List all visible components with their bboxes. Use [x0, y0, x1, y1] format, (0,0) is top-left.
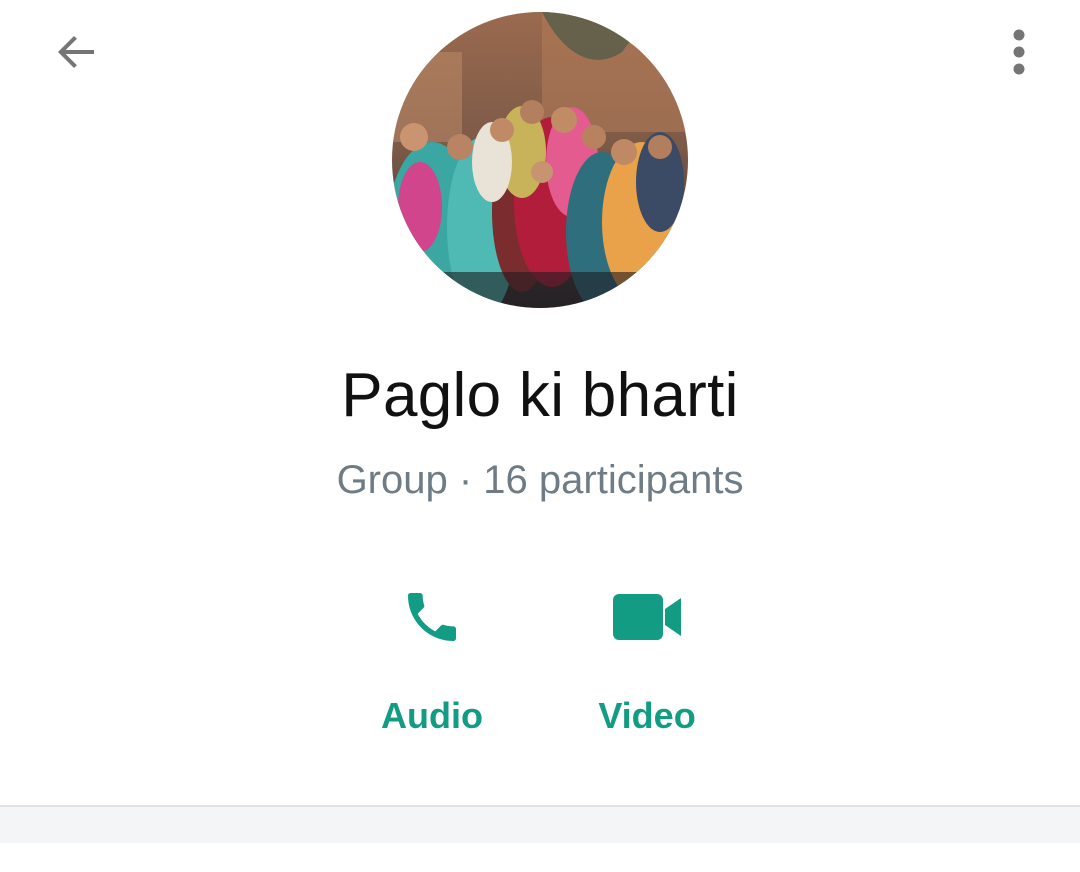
audio-label: Audio	[381, 695, 483, 736]
more-options-button[interactable]	[990, 20, 1048, 84]
group-info-screen: Paglo ki bharti Group · 16 participants …	[0, 0, 1080, 872]
group-photo	[392, 12, 688, 308]
arrow-left-icon	[58, 36, 94, 68]
video-label: Video	[598, 695, 696, 736]
group-name: Paglo ki bharti	[341, 361, 739, 430]
video-call-button[interactable]: Video	[562, 572, 732, 752]
audio-call-button[interactable]: Audio	[347, 572, 517, 752]
video-camera-icon	[613, 594, 681, 640]
more-vertical-icon	[1013, 29, 1025, 75]
section-spacer	[0, 807, 1080, 843]
phone-icon	[408, 593, 456, 641]
back-button[interactable]	[44, 20, 108, 84]
group-participants-info: Group · 16 participants	[336, 458, 744, 502]
group-avatar[interactable]	[392, 12, 688, 308]
